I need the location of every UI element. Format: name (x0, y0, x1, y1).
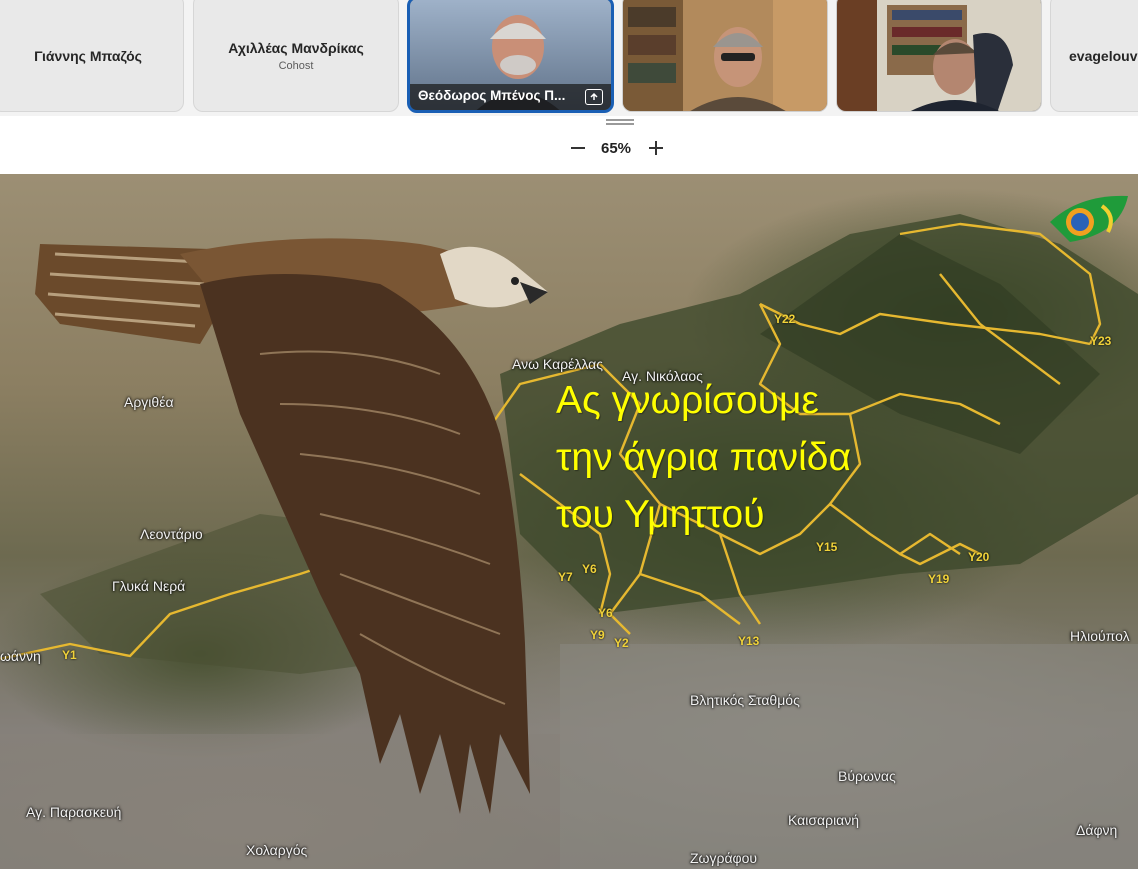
trail-label: Y6 (598, 606, 613, 620)
participant-strip: Γιάννης Μπαζός Αχιλλέας Μανδρίκας Cohost… (0, 0, 1138, 116)
participant-role: Cohost (278, 60, 314, 72)
zoom-in-button[interactable] (646, 138, 666, 158)
participant-name: evagelouv (1069, 48, 1138, 64)
participant-name: Αχιλλέας Μανδρίκας (228, 40, 364, 56)
trail-label: Y6 (582, 562, 597, 576)
map-place-label: Καισαριανή (788, 812, 860, 828)
participant-tile[interactable]: Αχιλλέας Μανδρίκας Cohost (193, 0, 399, 112)
participant-tile-active-speaker[interactable]: Θεόδωρος Μπένος Π... (407, 0, 614, 113)
headline-line: την άγρια πανίδα (556, 436, 852, 479)
headline-line: του Υμηττού (556, 493, 765, 536)
map-place-label: Αργιθέα (124, 394, 174, 410)
participant-video-label: Θεόδωρος Μπένος Π... (410, 84, 611, 110)
trail-label: Y7 (558, 570, 573, 584)
trail-label: Y23 (1090, 334, 1112, 348)
trail-label: Y20 (968, 550, 990, 564)
map-place-label: Βύρωνας (838, 768, 896, 784)
participant-video (623, 0, 827, 111)
screen-share-icon (585, 89, 603, 105)
headline-line: Ας γνωρίσουμε (556, 379, 819, 422)
map-place-label: Χολαργός (246, 842, 308, 858)
map-place-label: Δάφνη (1076, 822, 1118, 838)
participant-name: Γιάννης Μπαζός (34, 48, 142, 64)
participant-tile[interactable]: evagelouv (1050, 0, 1138, 112)
map-place-label: Ανω Καρέλλας (512, 356, 603, 372)
map-place-label: ωάννη (0, 648, 41, 664)
hawk-illustration (35, 238, 548, 814)
trail-label: Y2 (614, 636, 629, 650)
zoom-toolbar: 65% (0, 116, 1138, 174)
trail-label: Y13 (738, 634, 760, 648)
map-place-label: Λεοντάριο (140, 526, 203, 542)
map-place-label: Βλητικός Σταθμός (690, 692, 800, 708)
map-place-label: Ζωγράφου (690, 850, 758, 866)
resize-handle[interactable] (606, 119, 634, 125)
map-place-label: Γλυκά Νερά (112, 578, 186, 594)
participant-video (837, 0, 1041, 111)
trail-label: Y22 (774, 312, 796, 326)
zoom-out-button[interactable] (568, 138, 588, 158)
participant-tile[interactable] (836, 0, 1042, 112)
participant-tile[interactable] (622, 0, 828, 112)
zoom-level: 65% (600, 140, 632, 157)
slide-headline: Ας γνωρίσουμε την άγρια πανίδα του Υμηττ… (556, 372, 851, 543)
shared-screen-slide: Ανω Καρέλλας Αγ. Νικόλαος Αργιθέα Λεοντά… (0, 174, 1138, 869)
trail-label: Y19 (928, 572, 950, 586)
trail-label: Y1 (62, 648, 77, 662)
trail-label: Y9 (590, 628, 605, 642)
map-place-label: Αγ. Παρασκευή (26, 804, 122, 820)
participant-name: Θεόδωρος Μπένος Π... (418, 88, 566, 103)
map-place-label: Ηλιούπολ (1070, 628, 1130, 644)
logo-icon (1050, 195, 1128, 242)
minus-icon (571, 147, 585, 149)
participant-tile[interactable]: Γιάννης Μπαζός (0, 0, 184, 112)
